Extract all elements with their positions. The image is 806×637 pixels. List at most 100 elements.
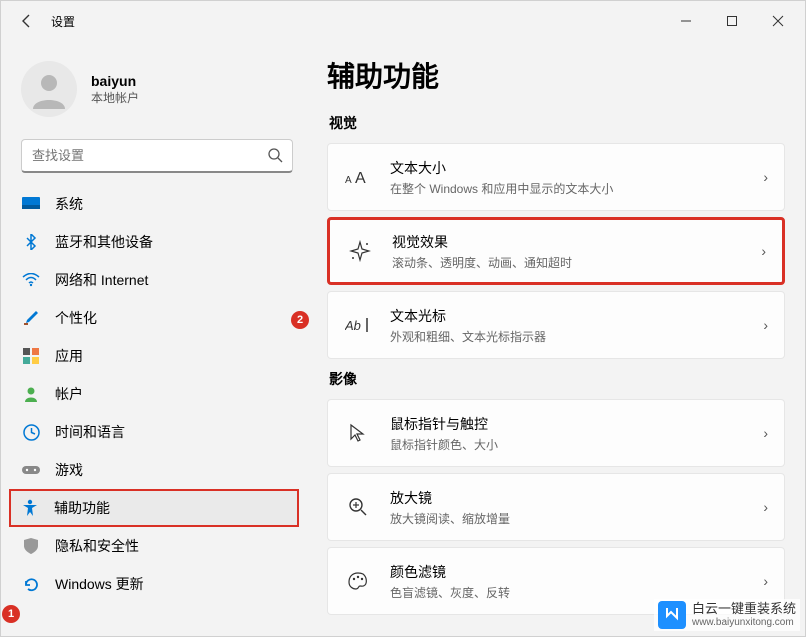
nav-gaming[interactable]: 游戏: [9, 451, 299, 489]
watermark-url: www.baiyunxitong.com: [692, 617, 796, 628]
card-title: 视觉效果: [392, 232, 761, 252]
card-text-size[interactable]: AA 文本大小 在整个 Windows 和应用中显示的文本大小 ›: [327, 143, 785, 211]
chevron-right-icon: ›: [763, 169, 768, 185]
titlebar: 设置: [1, 1, 805, 41]
window-controls: [663, 5, 801, 37]
close-button[interactable]: [755, 5, 801, 37]
card-subtitle: 外观和粗细、文本光标指示器: [390, 328, 763, 345]
person-icon: [21, 384, 41, 404]
settings-window: 设置 baiyun 本地帐户: [0, 0, 806, 637]
card-mouse-pointer[interactable]: 鼠标指针与触控 鼠标指针颜色、大小 ›: [327, 399, 785, 467]
card-title: 文本光标: [390, 306, 763, 326]
chevron-right-icon: ›: [763, 425, 768, 441]
profile-text: baiyun 本地帐户: [91, 73, 139, 106]
nav-label: 帐户: [55, 384, 83, 404]
chevron-right-icon: ›: [763, 317, 768, 333]
search-icon: [267, 147, 283, 163]
watermark-logo-icon: [658, 601, 686, 629]
nav-label: 辅助功能: [54, 498, 110, 518]
nav-bluetooth[interactable]: 蓝牙和其他设备: [9, 223, 299, 261]
section-image: 影像: [329, 369, 785, 389]
card-title: 颜色滤镜: [390, 562, 763, 582]
nav-update[interactable]: Windows 更新: [9, 565, 299, 603]
svg-text:A: A: [345, 175, 352, 186]
svg-text:A: A: [355, 170, 366, 187]
nav-label: 时间和语言: [55, 422, 125, 442]
card-text: 颜色滤镜 色盲滤镜、灰度、反转: [390, 562, 763, 601]
nav-system[interactable]: 系统: [9, 185, 299, 223]
page-title: 辅助功能: [327, 55, 785, 95]
nav-time[interactable]: 时间和语言: [9, 413, 299, 451]
card-subtitle: 在整个 Windows 和应用中显示的文本大小: [390, 180, 763, 197]
chevron-right-icon: ›: [763, 573, 768, 589]
shield-icon: [21, 536, 41, 556]
svg-text:Ab: Ab: [345, 318, 361, 333]
search-input[interactable]: [21, 139, 293, 173]
nav-privacy[interactable]: 隐私和安全性: [9, 527, 299, 565]
card-subtitle: 色盲滤镜、灰度、反转: [390, 584, 763, 601]
main-panel: 辅助功能 视觉 AA 文本大小 在整个 Windows 和应用中显示的文本大小 …: [307, 41, 805, 636]
chevron-right-icon: ›: [763, 499, 768, 515]
nav-label: 应用: [55, 346, 83, 366]
update-icon: [21, 574, 41, 594]
nav-apps[interactable]: 应用: [9, 337, 299, 375]
back-button[interactable]: [11, 5, 43, 37]
watermark-text: 白云一键重装系统 www.baiyunxitong.com: [692, 602, 796, 627]
card-visual-effects[interactable]: 视觉效果 滚动条、透明度、动画、通知超时 ›: [327, 217, 785, 285]
nav-personalization[interactable]: 个性化: [9, 299, 299, 337]
card-magnifier[interactable]: 放大镜 放大镜阅读、缩放增量 ›: [327, 473, 785, 541]
content-area: baiyun 本地帐户 1 2 系统 蓝牙和其他设备: [1, 41, 805, 636]
card-text-cursor[interactable]: Ab 文本光标 外观和粗细、文本光标指示器 ›: [327, 291, 785, 359]
profile-block[interactable]: baiyun 本地帐户: [1, 55, 307, 135]
minimize-button[interactable]: [663, 5, 709, 37]
nav-label: 游戏: [55, 460, 83, 480]
card-text: 视觉效果 滚动条、透明度、动画、通知超时: [392, 232, 761, 271]
accessibility-icon: [20, 498, 40, 518]
nav-accounts[interactable]: 帐户: [9, 375, 299, 413]
nav-network[interactable]: 网络和 Internet: [9, 261, 299, 299]
watermark: 白云一键重装系统 www.baiyunxitong.com: [654, 599, 800, 631]
wifi-icon: [21, 270, 41, 290]
nav-list: 1 2 系统 蓝牙和其他设备 网络和 Internet 个性化: [1, 185, 307, 603]
nav-label: 系统: [55, 194, 83, 214]
section-vision: 视觉: [329, 113, 785, 133]
card-subtitle: 放大镜阅读、缩放增量: [390, 510, 763, 527]
mouse-pointer-icon: [344, 419, 372, 447]
gamepad-icon: [21, 460, 41, 480]
profile-subtitle: 本地帐户: [91, 89, 139, 106]
nav-label: Windows 更新: [55, 574, 144, 594]
maximize-button[interactable]: [709, 5, 755, 37]
watermark-title: 白云一键重装系统: [692, 602, 796, 616]
search-wrap: [21, 139, 293, 173]
card-subtitle: 滚动条、透明度、动画、通知超时: [392, 254, 761, 271]
bluetooth-icon: [21, 232, 41, 252]
apps-icon: [21, 346, 41, 366]
profile-name: baiyun: [91, 73, 139, 89]
nav-label: 隐私和安全性: [55, 536, 139, 556]
card-text: 文本大小 在整个 Windows 和应用中显示的文本大小: [390, 158, 763, 197]
nav-label: 个性化: [55, 308, 97, 328]
brush-icon: [21, 308, 41, 328]
chevron-right-icon: ›: [761, 243, 766, 259]
card-text: 放大镜 放大镜阅读、缩放增量: [390, 488, 763, 527]
card-title: 鼠标指针与触控: [390, 414, 763, 434]
card-subtitle: 鼠标指针颜色、大小: [390, 436, 763, 453]
card-title: 放大镜: [390, 488, 763, 508]
annotation-badge-1: 1: [2, 605, 20, 623]
avatar: [21, 61, 77, 117]
window-title: 设置: [51, 13, 75, 30]
nav-label: 蓝牙和其他设备: [55, 232, 153, 252]
cursor-icon: Ab: [344, 311, 372, 339]
nav-accessibility[interactable]: 辅助功能: [9, 489, 299, 527]
magnifier-icon: [344, 493, 372, 521]
nav-label: 网络和 Internet: [55, 270, 148, 290]
sparkle-icon: [346, 237, 374, 265]
clock-icon: [21, 422, 41, 442]
card-text: 文本光标 外观和粗细、文本光标指示器: [390, 306, 763, 345]
sidebar: baiyun 本地帐户 1 2 系统 蓝牙和其他设备: [1, 41, 307, 636]
palette-icon: [344, 567, 372, 595]
text-size-icon: AA: [344, 163, 372, 191]
card-text: 鼠标指针与触控 鼠标指针颜色、大小: [390, 414, 763, 453]
system-icon: [21, 194, 41, 214]
annotation-badge-2: 2: [291, 311, 309, 329]
